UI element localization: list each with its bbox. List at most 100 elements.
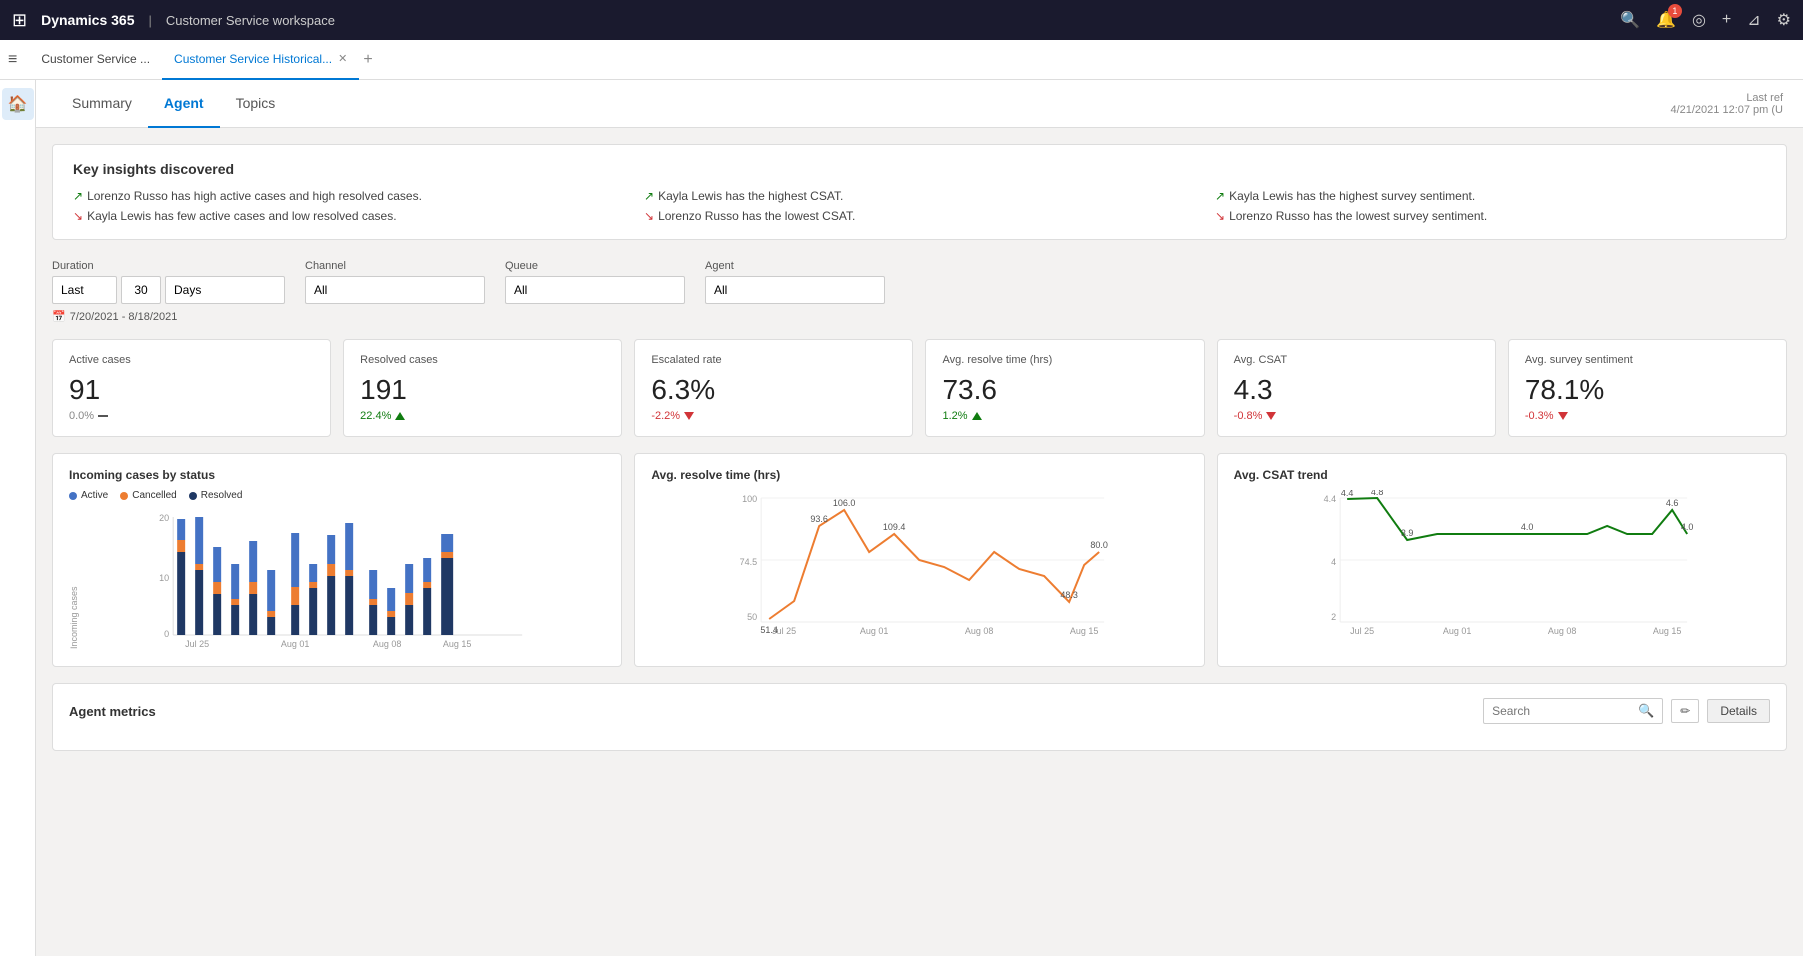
filters-top: Duration Last Previous Days Weeks Months	[52, 260, 1787, 304]
notification-badge: 1	[1668, 4, 1682, 18]
kpi-csat-change: -0.8%	[1234, 410, 1479, 422]
kpi-csat-value: 4.3	[1234, 374, 1479, 406]
tab-summary[interactable]: Summary	[56, 80, 148, 128]
bar-chart-svg: 20 10 0	[69, 509, 605, 649]
legend-resolved: Resolved	[189, 490, 243, 501]
sidebar: 🏠	[0, 80, 36, 956]
kpi-row: Active cases 91 0.0% Resolved cases 191 …	[52, 339, 1787, 437]
insight-arrow-up-4: ↗	[1215, 189, 1225, 203]
legend-dot-cancelled	[120, 492, 128, 500]
agent-label: Agent	[705, 260, 885, 272]
arrow-down-icon-csat	[1266, 412, 1276, 420]
svg-text:100: 100	[742, 494, 757, 504]
svg-text:Aug 15: Aug 15	[1070, 626, 1099, 636]
svg-text:Aug 08: Aug 08	[373, 639, 402, 649]
hamburger-menu[interactable]: ≡	[8, 51, 17, 69]
queue-label: Queue	[505, 260, 685, 272]
kpi-resolved-cases-change: 22.4%	[360, 410, 605, 422]
legend-active: Active	[69, 490, 108, 501]
top-nav-icons: 🔍 🔔 1 ◎ + ⊿ ⚙	[1620, 10, 1791, 30]
tab-agent[interactable]: Agent	[148, 80, 220, 128]
svg-text:93.6: 93.6	[811, 514, 829, 524]
kpi-csat-title: Avg. CSAT	[1234, 354, 1479, 366]
main-layout: 🏠 Summary Agent Topics Last ref 4/21/202…	[0, 80, 1803, 956]
kpi-survey-sentiment: Avg. survey sentiment 78.1% -0.3%	[1508, 339, 1787, 437]
tab-customer-service[interactable]: Customer Service ...	[29, 40, 162, 80]
tab-historical[interactable]: Customer Service Historical... ✕	[162, 40, 359, 80]
csat-trend-chart-area: 4.4 4 2 4.4	[1234, 490, 1770, 643]
agent-select[interactable]: All	[705, 276, 885, 304]
kpi-survey-sentiment-value: 78.1%	[1525, 374, 1770, 406]
csat-trend-chart: Avg. CSAT trend 4.4 4 2	[1217, 453, 1787, 667]
kpi-resolve-time: Avg. resolve time (hrs) 73.6 1.2%	[925, 339, 1204, 437]
queue-select[interactable]: All	[505, 276, 685, 304]
duration-type-select[interactable]: Last Previous	[52, 276, 117, 304]
channel-label: Channel	[305, 260, 485, 272]
kpi-csat: Avg. CSAT 4.3 -0.8%	[1217, 339, 1496, 437]
filter-icon[interactable]: ⊿	[1747, 10, 1760, 30]
svg-text:Aug 08: Aug 08	[965, 626, 994, 636]
top-nav: ⊞ Dynamics 365 | Customer Service worksp…	[0, 0, 1803, 40]
insights-title: Key insights discovered	[73, 161, 1766, 177]
agent-metrics-actions: 🔍 ✏ Details	[1483, 698, 1770, 724]
svg-text:4.6: 4.6	[1666, 498, 1679, 508]
waffle-icon[interactable]: ⊞	[12, 10, 27, 31]
svg-text:3.9: 3.9	[1401, 528, 1414, 538]
search-icon[interactable]: 🔍	[1620, 10, 1640, 30]
circle-icon[interactable]: ◎	[1692, 10, 1706, 30]
filter-agent: Agent All	[705, 260, 885, 304]
kpi-escalated-rate: Escalated rate 6.3% -2.2%	[634, 339, 913, 437]
add-icon[interactable]: +	[1722, 11, 1731, 29]
nav-separator: |	[149, 13, 152, 28]
channel-controls: All	[305, 276, 485, 304]
insights-grid: ↗ Lorenzo Russo has high active cases an…	[73, 189, 1766, 223]
page-tabs: Summary Agent Topics	[56, 80, 291, 128]
svg-text:80.0: 80.0	[1091, 540, 1109, 550]
kpi-resolve-time-value: 73.6	[942, 374, 1187, 406]
svg-text:Jul 25: Jul 25	[772, 626, 796, 636]
insights-card: Key insights discovered ↗ Lorenzo Russo …	[52, 144, 1787, 240]
arrow-down-icon-sentiment	[1558, 412, 1568, 420]
sidebar-home-icon[interactable]: 🏠	[2, 88, 34, 120]
channel-select[interactable]: All	[305, 276, 485, 304]
insight-arrow-down-3: ↘	[644, 209, 654, 223]
bar-chart-container: 20 10 0	[69, 509, 605, 652]
svg-text:4.0: 4.0	[1681, 522, 1694, 532]
add-tab-button[interactable]: +	[363, 51, 372, 69]
svg-text:4: 4	[1331, 557, 1336, 567]
duration-period-select[interactable]: Days Weeks Months	[165, 276, 285, 304]
insight-item-4: ↗ Kayla Lewis has the highest survey sen…	[1215, 189, 1766, 203]
module-name: Customer Service workspace	[166, 13, 335, 28]
svg-text:Jul 25: Jul 25	[185, 639, 209, 649]
insight-item-2: ↗ Kayla Lewis has the highest CSAT.	[644, 189, 1195, 203]
svg-text:0: 0	[164, 629, 169, 639]
svg-text:Jul 25: Jul 25	[1350, 626, 1374, 636]
kpi-active-cases-title: Active cases	[69, 354, 314, 366]
agent-search-input[interactable]	[1492, 704, 1632, 718]
pencil-button[interactable]: ✏	[1671, 699, 1699, 723]
insight-arrow-up-2: ↗	[644, 189, 654, 203]
settings-icon[interactable]: ⚙	[1777, 10, 1791, 30]
duration-number-input[interactable]	[121, 276, 161, 304]
insight-item-1: ↘ Kayla Lewis has few active cases and l…	[73, 209, 624, 223]
dash-icon	[98, 415, 108, 417]
brand-name: Dynamics 365	[41, 12, 134, 28]
svg-text:48.3: 48.3	[1061, 590, 1079, 600]
details-button[interactable]: Details	[1707, 699, 1770, 723]
incoming-cases-title: Incoming cases by status	[69, 468, 605, 482]
svg-text:Aug 15: Aug 15	[1653, 626, 1682, 636]
kpi-resolved-cases-value: 191	[360, 374, 605, 406]
kpi-survey-sentiment-title: Avg. survey sentiment	[1525, 354, 1770, 366]
csat-trend-title: Avg. CSAT trend	[1234, 468, 1770, 482]
tab-close-button[interactable]: ✕	[338, 52, 347, 65]
tab-topics[interactable]: Topics	[220, 80, 292, 128]
agent-search-box[interactable]: 🔍	[1483, 698, 1663, 724]
svg-text:Aug 15: Aug 15	[443, 639, 472, 649]
kpi-resolved-cases: Resolved cases 191 22.4%	[343, 339, 622, 437]
insight-item-3: ↘ Lorenzo Russo has the lowest CSAT.	[644, 209, 1195, 223]
kpi-escalated-rate-change: -2.2%	[651, 410, 896, 422]
notification-bell[interactable]: 🔔 1	[1656, 10, 1676, 30]
agent-metrics-title: Agent metrics	[69, 704, 156, 719]
insight-arrow-down-5: ↘	[1215, 209, 1225, 223]
kpi-survey-sentiment-change: -0.3%	[1525, 410, 1770, 422]
